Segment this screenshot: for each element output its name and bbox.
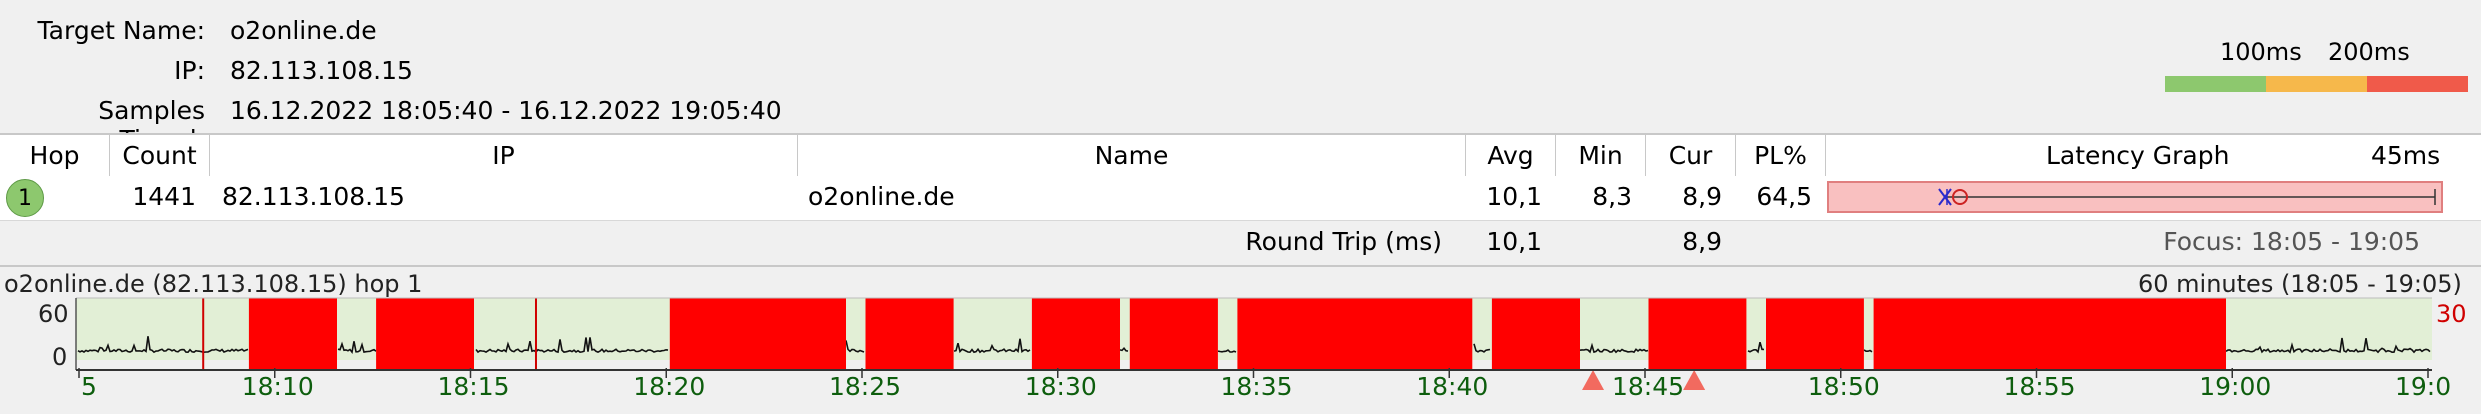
round-trip-label: Round Trip (ms)	[1245, 227, 1442, 256]
x-axis-tick-label: 18:40	[1416, 372, 1489, 401]
x-axis-tick-label: 18:30	[1024, 372, 1097, 401]
target-name-label: Target Name:	[37, 16, 205, 45]
packet-loss-block	[248, 298, 337, 370]
packet-loss-block	[669, 298, 846, 370]
col-hop[interactable]: Hop	[0, 135, 110, 177]
alert-triangle-icon	[1683, 370, 1706, 390]
latency-graph-header: Latency Graph	[2046, 141, 2230, 170]
x-axis-tick-label: 19:0	[2395, 372, 2452, 401]
x-axis-tick-label: 18:55	[2003, 372, 2076, 401]
legend-label-100: 100ms	[2220, 38, 2302, 66]
col-name[interactable]: Name	[798, 135, 1466, 177]
col-avg[interactable]: Avg	[1466, 135, 1556, 177]
x-axis-tick-label: 18:45	[1612, 372, 1685, 401]
hop-number: 1	[6, 179, 44, 217]
packet-loss-block	[865, 298, 954, 370]
packet-loss-block	[1873, 298, 2226, 370]
ip-label: IP:	[174, 56, 205, 85]
table-header: Hop Count IP Name Avg Min Cur PL% Latenc…	[0, 133, 2481, 178]
row-avg: 10,1	[1486, 182, 1542, 211]
legend-bad-bar	[2367, 76, 2468, 92]
alert-triangle-icon	[1582, 370, 1605, 390]
row-min: 8,3	[1592, 182, 1632, 211]
legend-good-bar	[2165, 76, 2266, 92]
packet-loss-block	[1766, 298, 1864, 370]
x-axis-tick-label: 18:10	[241, 372, 314, 401]
col-count[interactable]: Count	[110, 135, 210, 177]
latency-range-graphic	[1938, 188, 2436, 206]
x-axis-tick-label: 19:00	[2199, 372, 2272, 401]
latency-graph-max: 45ms	[2371, 141, 2441, 170]
round-trip-cur: 8,9	[1682, 227, 1722, 256]
x-axis-tick-label: 18:20	[633, 372, 706, 401]
packet-loss-block	[1237, 298, 1473, 370]
row-count: 1441	[132, 182, 196, 211]
legend-warn-bar	[2266, 76, 2367, 92]
legend-label-200: 200ms	[2328, 38, 2410, 66]
target-name-value: o2online.de	[230, 16, 377, 45]
ip-value: 82.113.108.15	[230, 56, 413, 85]
table-row[interactable]: 1 1441 82.113.108.15 o2online.de 10,1 8,…	[0, 176, 2481, 221]
row-ip: 82.113.108.15	[222, 182, 405, 211]
x-axis-tick-label: 5	[81, 372, 97, 401]
packet-loss-block	[1129, 298, 1218, 370]
x-axis-tick-label: 18:35	[1220, 372, 1293, 401]
round-trip-avg: 10,1	[1486, 227, 1542, 256]
x-axis-tick-label: 18:25	[829, 372, 902, 401]
row-cur: 8,9	[1682, 182, 1722, 211]
x-axis-tick-label: 18:15	[437, 372, 510, 401]
x-axis-tick-label: 18:50	[1807, 372, 1880, 401]
col-pl[interactable]: PL%	[1736, 135, 1826, 177]
packet-loss-block	[376, 298, 474, 370]
packet-loss-block	[1648, 298, 1747, 370]
samples-value: 16.12.2022 18:05:40 - 16.12.2022 19:05:4…	[230, 96, 782, 125]
col-ip[interactable]: IP	[210, 135, 798, 177]
col-cur[interactable]: Cur	[1646, 135, 1736, 177]
latency-mini-graph	[1827, 181, 2443, 213]
packet-loss-block	[1491, 298, 1580, 370]
row-pl: 64,5	[1756, 182, 1812, 211]
col-latency-graph[interactable]: Latency Graph 45ms	[1826, 135, 2481, 177]
focus-range[interactable]: Focus: 18:05 - 19:05	[2100, 221, 2420, 265]
row-name: o2online.de	[808, 182, 955, 211]
packet-loss-block	[1031, 298, 1120, 370]
col-min[interactable]: Min	[1556, 135, 1646, 177]
round-trip-row: Round Trip (ms) 10,1 8,9 Focus: 18:05 - …	[0, 221, 2481, 267]
